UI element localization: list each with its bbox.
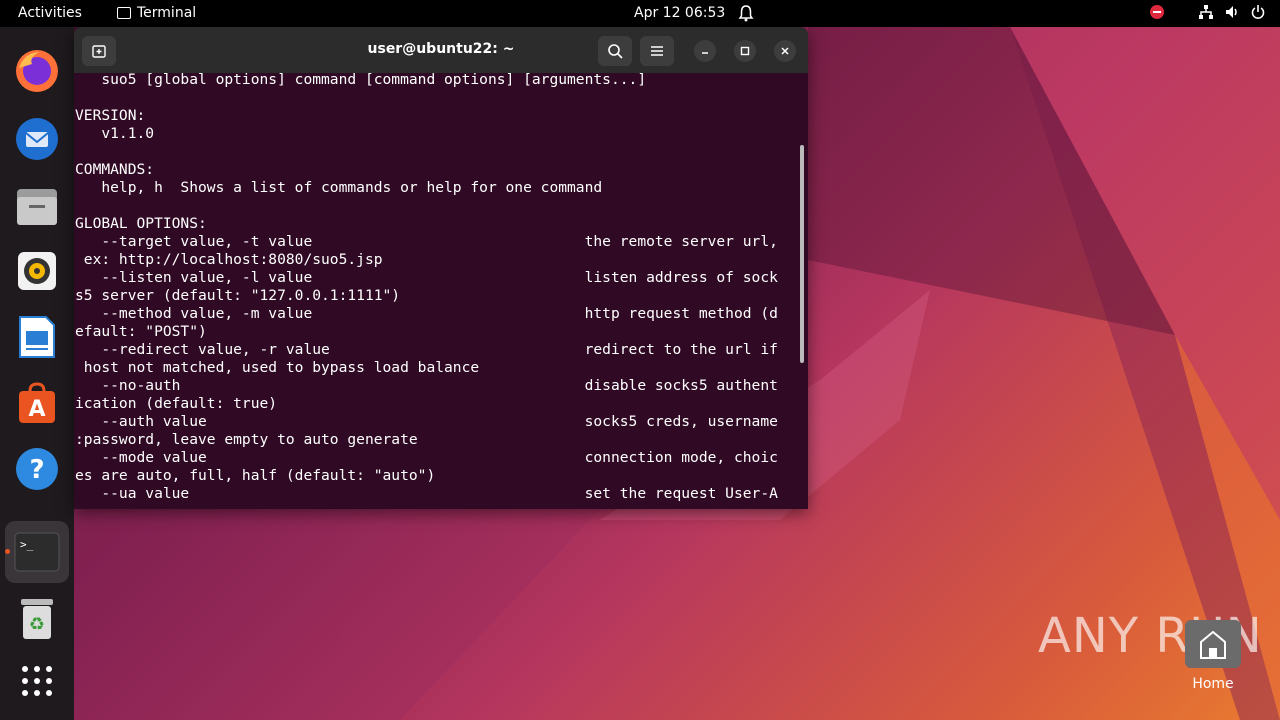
terminal-line: :password, leave empty to auto generate xyxy=(75,431,418,448)
dock: A ? >_ ♻ xyxy=(0,27,74,720)
terminal-output[interactable]: suo5 [global options] command [command o… xyxy=(74,71,799,507)
terminal-line: --redirect value, -r value redirect to t… xyxy=(75,341,778,358)
minimize-button[interactable] xyxy=(694,40,716,62)
svg-text:?: ? xyxy=(29,455,44,485)
power-icon xyxy=(1251,5,1265,19)
terminal-line: GLOBAL OPTIONS: xyxy=(75,215,207,232)
app-menu[interactable]: Terminal xyxy=(117,5,196,21)
title-bar[interactable]: user@ubuntu22: ~ xyxy=(74,27,808,73)
rhythmbox-icon[interactable] xyxy=(13,247,61,295)
terminal-window[interactable]: user@ubuntu22: ~ suo5 [global options] c… xyxy=(74,27,808,509)
maximize-button[interactable] xyxy=(734,40,756,62)
home-folder-icon xyxy=(1185,620,1241,668)
top-bar: Activities Terminal Apr 12 06:53 xyxy=(0,0,1280,27)
scrollbar[interactable] xyxy=(800,145,804,363)
terminal-line: host not matched, used to bypass load ba… xyxy=(75,359,480,376)
clock[interactable]: Apr 12 06:53 xyxy=(634,5,725,21)
search-button[interactable] xyxy=(598,36,632,66)
home-desktop-icon[interactable]: Home xyxy=(1184,620,1242,692)
terminal-line: --mode value connection mode, choic xyxy=(75,449,778,466)
system-tray[interactable] xyxy=(1150,4,1266,20)
menu-button[interactable] xyxy=(640,36,674,66)
app-center-icon[interactable]: A xyxy=(13,379,61,427)
trash-icon[interactable]: ♻ xyxy=(13,595,61,643)
terminal-line: ication (default: true) xyxy=(75,395,278,412)
terminal-line: efault: "POST") xyxy=(75,323,207,340)
terminal-line: --auth value socks5 creds, username xyxy=(75,413,778,430)
terminal-line: v1.1.0 xyxy=(75,125,155,142)
help-icon[interactable]: ? xyxy=(13,445,61,493)
terminal-app-icon xyxy=(117,7,131,19)
terminal-line: COMMANDS: xyxy=(75,161,155,178)
show-apps-icon[interactable] xyxy=(13,657,61,705)
running-indicator xyxy=(5,549,10,554)
terminal-line: suo5 [global options] command [command o… xyxy=(75,71,647,88)
firefox-icon[interactable] xyxy=(13,47,61,95)
terminal-line: VERSION: xyxy=(75,107,146,124)
terminal-line: help, h Shows a list of commands or help… xyxy=(75,179,603,196)
files-icon[interactable] xyxy=(13,183,61,231)
libreoffice-writer-icon[interactable] xyxy=(13,313,61,361)
app-name: Terminal xyxy=(137,5,197,21)
activities-button[interactable]: Activities xyxy=(18,5,82,21)
volume-icon xyxy=(1226,6,1237,18)
svg-text:>_: >_ xyxy=(20,538,34,551)
svg-text:♻: ♻ xyxy=(29,614,45,635)
terminal-line: es are auto, full, half (default: "auto"… xyxy=(75,467,436,484)
terminal-line: --no-auth disable socks5 authent xyxy=(75,377,778,394)
close-button[interactable] xyxy=(774,40,796,62)
terminal-line: --ua value set the request User-A xyxy=(75,485,778,502)
notification-bell-icon[interactable] xyxy=(738,4,754,26)
svg-text:A: A xyxy=(28,397,45,422)
terminal-icon[interactable]: >_ xyxy=(5,521,69,583)
terminal-line: --target value, -t value the remote serv… xyxy=(75,233,778,250)
home-label: Home xyxy=(1192,676,1234,692)
terminal-line: s5 server (default: "127.0.0.1:1111") xyxy=(75,287,401,304)
thunderbird-icon[interactable] xyxy=(13,115,61,163)
network-icon xyxy=(1199,5,1213,19)
do-not-disturb-icon xyxy=(1150,5,1164,19)
terminal-line: ex: http://localhost:8080/suo5.jsp xyxy=(75,251,383,268)
terminal-line: --listen value, -l value listen address … xyxy=(75,269,778,286)
terminal-line: --method value, -m value http request me… xyxy=(75,305,778,322)
